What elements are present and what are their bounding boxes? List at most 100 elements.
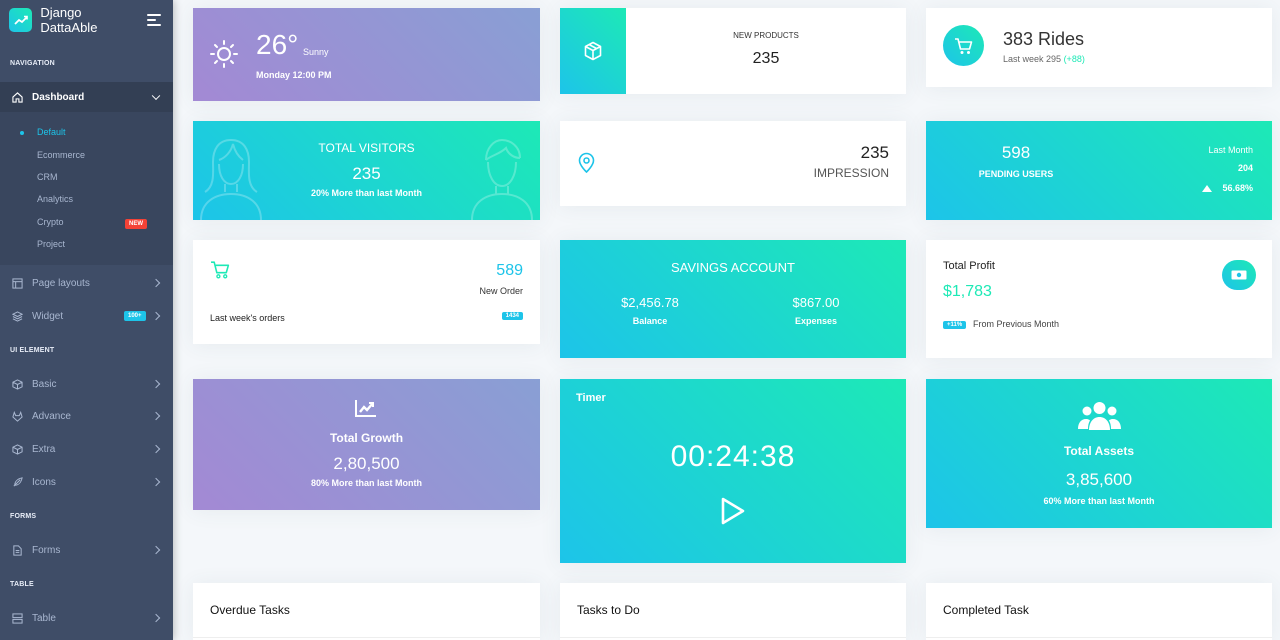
sidebar-item-label: Forms — [32, 544, 61, 556]
section-table: TABLE — [10, 581, 34, 588]
section-navigation: NAVIGATION — [10, 60, 55, 67]
assets-value: 3,85,600 — [1065, 470, 1133, 489]
sidebar-item-table[interactable]: Table — [0, 603, 173, 633]
package-icon — [11, 443, 23, 455]
sidebar-subitem-crm[interactable]: CRM — [37, 172, 58, 182]
file-text-icon — [11, 544, 23, 556]
section-forms: FORMS — [10, 513, 37, 520]
layout-icon — [11, 277, 23, 289]
section-ui-element: UI ELEMENT — [10, 347, 55, 354]
cart-icon — [210, 260, 231, 279]
sidebar: Django DattaAble NAVIGATION Dashboard De… — [0, 0, 173, 640]
tasks-todo-title: Tasks to Do — [577, 603, 640, 617]
dashboard-submenu — [0, 112, 173, 265]
sidebar-item-basic[interactable]: Basic — [0, 369, 173, 399]
new-products-card: NEW PRODUCTS 235 — [560, 8, 906, 94]
sidebar-item-dashboard[interactable]: Dashboard — [0, 82, 173, 112]
sidebar-item-label: Advance — [32, 410, 71, 422]
weather-datetime: Monday 12:00 PM — [256, 70, 332, 80]
visitors-sub: 20% More than last Month — [310, 188, 422, 198]
visitors-card: TOTAL VISITORS 235 20% More than last Mo… — [193, 121, 540, 220]
profit-card: Total Profit $1,783 +11% From Previous M… — [926, 240, 1272, 358]
completed-task-title: Completed Task — [943, 603, 1029, 617]
pending-percent-row: 56.68% — [1202, 183, 1253, 193]
assets-sub: 60% More than last Month — [1043, 496, 1155, 506]
savings-expenses-label: Expenses — [794, 316, 838, 326]
package-icon — [584, 41, 602, 61]
rides-card: 383 Rides Last week 295 (+88) — [926, 8, 1272, 87]
assets-title: Total Assets — [1063, 444, 1135, 458]
pending-value: 598 — [1001, 143, 1031, 162]
chevron-right-icon — [151, 379, 161, 389]
chevron-right-icon — [151, 311, 161, 321]
sidebar-item-page-layouts[interactable]: Page layouts — [0, 268, 173, 298]
orders-value: 589 — [496, 262, 523, 279]
pending-month-label: Last Month — [1208, 145, 1253, 155]
savings-expenses: $867.00 — [792, 295, 840, 310]
impression-card: 235 IMPRESSION — [560, 121, 906, 206]
sidebar-item-widget[interactable]: Widget — [0, 301, 173, 331]
pending-month-value: 204 — [1237, 163, 1253, 173]
savings-balance: $2,456.78 — [621, 295, 679, 310]
chevron-right-icon — [151, 278, 161, 288]
sidebar-item-label: Table — [32, 612, 56, 624]
sidebar-item-label: Basic — [32, 378, 57, 390]
visitors-value: 235 — [352, 164, 381, 183]
timer-card: Timer 00:24:38 — [560, 379, 906, 563]
growth-value: 2,80,500 — [333, 454, 400, 473]
layers-icon — [11, 310, 23, 322]
profit-badge: +11% — [943, 321, 967, 329]
orders-label: New Order — [479, 286, 523, 296]
sidebar-item-forms[interactable]: Forms — [0, 535, 173, 565]
sidebar-subitem-project[interactable]: Project — [37, 239, 65, 249]
chevron-down-icon — [151, 91, 161, 101]
trending-chart-icon — [355, 399, 377, 417]
new-badge: NEW — [125, 219, 147, 229]
sidebar-item-label: Dashboard — [32, 91, 85, 103]
chevron-right-icon — [151, 545, 161, 555]
feather-icon — [11, 476, 23, 488]
impression-value: 235 — [860, 143, 889, 162]
profit-title: Total Profit — [943, 260, 995, 272]
sidebar-item-extra[interactable]: Extra — [0, 434, 173, 464]
sidebar-item-icons[interactable]: Icons — [0, 467, 173, 497]
rides-sub-line: Last week 295 (+88) — [1003, 54, 1085, 64]
sidebar-item-advance[interactable]: Advance — [0, 401, 173, 431]
users-icon — [1078, 401, 1121, 431]
savings-title: SAVINGS ACCOUNT — [670, 260, 795, 275]
home-icon — [11, 91, 23, 103]
play-icon[interactable] — [720, 497, 746, 525]
sidebar-subitem-default[interactable]: Default — [37, 127, 66, 137]
play-button[interactable] — [720, 497, 746, 525]
brand-name[interactable]: Django DattaAble — [40, 5, 139, 35]
menu-toggle-icon[interactable] — [147, 11, 161, 29]
overdue-tasks-card: Overdue Tasks — [193, 583, 540, 640]
growth-card: Total Growth 2,80,500 80% More than last… — [193, 379, 540, 510]
timer-time: 00:24:38 — [670, 440, 796, 473]
savings-balance-label: Balance — [632, 316, 668, 326]
rides-title: 383 Rides — [1003, 29, 1085, 49]
savings-card: SAVINGS ACCOUNT $2,456.78 Balance $867.0… — [560, 240, 906, 358]
pending-users-card: 598 PENDING USERS Last Month 204 56.68% — [926, 121, 1272, 220]
cart-icon — [943, 25, 984, 66]
visitors-title: TOTAL VISITORS — [318, 141, 415, 155]
brand-logo-icon — [9, 8, 33, 32]
sidebar-subitem-ecommerce[interactable]: Ecommerce — [37, 150, 85, 160]
tasks-todo-card: Tasks to Do — [560, 583, 906, 640]
divider — [560, 637, 906, 638]
box-icon — [11, 378, 23, 390]
chevron-right-icon — [151, 613, 161, 623]
divider — [193, 637, 540, 638]
timer-title: Timer — [576, 392, 606, 404]
products-value: 235 — [752, 50, 780, 67]
sidebar-subitem-crypto[interactable]: Crypto — [37, 217, 64, 227]
count-badge: 100+ — [124, 311, 146, 321]
growth-sub: 80% More than last Month — [310, 478, 422, 488]
impression-label: IMPRESSION — [813, 166, 889, 180]
orders-card: 589 New Order Last week's orders 1434 — [193, 240, 540, 344]
overdue-tasks-title: Overdue Tasks — [210, 603, 290, 617]
profit-value: $1,783 — [943, 283, 992, 300]
sidebar-item-label: Widget — [32, 310, 64, 322]
sidebar-subitem-analytics[interactable]: Analytics — [37, 194, 73, 204]
pending-percent: 56.68% — [1222, 183, 1253, 193]
